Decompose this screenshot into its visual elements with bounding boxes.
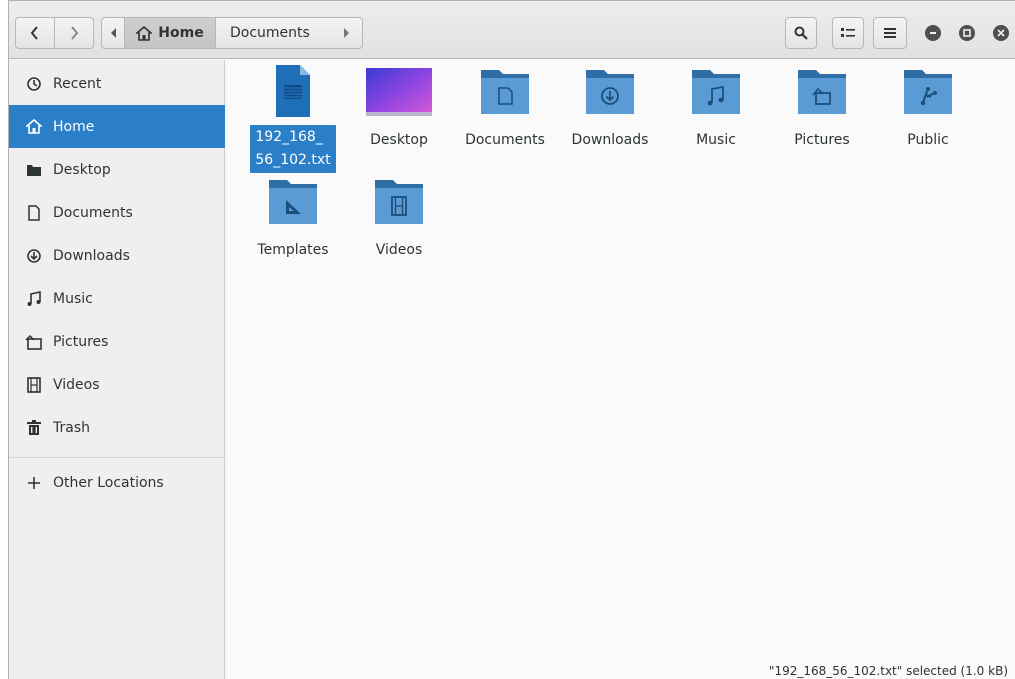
sidebar-item-documents[interactable]: Documents <box>9 191 225 234</box>
search-button[interactable] <box>785 17 817 49</box>
header-bar: Home Documents <box>9 1 1015 59</box>
folder-item-desktop[interactable]: Desktop <box>347 68 451 150</box>
sidebar-item-home[interactable]: Home <box>9 105 225 148</box>
folder-item-downloads[interactable]: Downloads <box>558 68 662 150</box>
file-name-label: Documents <box>465 132 545 148</box>
status-bar: "192_168_56_102.txt" selected (1.0 kB) <box>768 664 1008 678</box>
clock-icon <box>25 75 43 93</box>
folder-item-documents[interactable]: Documents <box>453 68 557 150</box>
file-name-label: Downloads <box>571 132 649 148</box>
folder-item-pictures[interactable]: Pictures <box>770 68 874 150</box>
file-manager-window: Home Documents Recent Home Desktop Docum… <box>8 0 1015 679</box>
forward-button[interactable] <box>54 17 94 49</box>
path-current-label: Documents <box>230 25 310 41</box>
sidebar-item-desktop[interactable]: Desktop <box>9 148 225 191</box>
sidebar-item-label: Pictures <box>53 333 109 350</box>
home-icon <box>136 25 153 41</box>
hamburger-icon <box>884 28 896 38</box>
sidebar-item-label: Documents <box>53 204 133 221</box>
folder-pictures-icon <box>798 70 846 114</box>
file-item-txt[interactable]: 192_168_ 56_102.txt <box>241 63 345 173</box>
path-scroll-left-button[interactable] <box>101 17 125 49</box>
folder-templates-icon <box>269 180 317 224</box>
music-icon <box>25 290 43 308</box>
desktop-icon <box>25 161 43 179</box>
picture-icon <box>25 333 43 351</box>
sidebar-item-label: Videos <box>53 376 100 393</box>
close-button[interactable] <box>993 25 1009 41</box>
sidebar-item-label: Music <box>53 290 93 307</box>
folder-music-icon <box>692 70 740 114</box>
sidebar-item-videos[interactable]: Videos <box>9 363 225 406</box>
folder-item-videos[interactable]: Videos <box>347 178 451 260</box>
file-name-label: Public <box>907 132 949 148</box>
search-icon <box>794 26 808 40</box>
sidebar-item-other-locations[interactable]: Other Locations <box>9 461 225 504</box>
video-icon <box>25 376 43 394</box>
file-icon-view: 192_168_ 56_102.txt Desktop Documents Do… <box>226 60 1015 679</box>
sidebar-item-label: Trash <box>53 419 90 436</box>
file-name-label: Templates <box>257 242 329 258</box>
document-icon <box>25 204 43 222</box>
sidebar-divider <box>9 457 225 458</box>
sidebar-item-label: Other Locations <box>53 474 164 491</box>
menu-button[interactable] <box>873 17 907 49</box>
close-icon <box>997 29 1005 37</box>
file-name-label: Videos <box>375 242 423 258</box>
chevron-right-icon <box>71 26 79 40</box>
folder-item-public[interactable]: Public <box>876 68 980 150</box>
path-documents-button[interactable]: Documents <box>215 17 363 49</box>
file-name-label: Desktop <box>370 132 428 148</box>
file-name-label: 192_168_ 56_102.txt <box>250 125 336 173</box>
maximize-icon <box>963 29 971 37</box>
triangle-left-icon <box>110 28 116 38</box>
sidebar-item-label: Recent <box>53 75 102 92</box>
path-home-label: Home <box>158 25 204 41</box>
desktop-folder-icon <box>366 68 432 116</box>
back-button[interactable] <box>15 17 55 49</box>
text-file-icon <box>276 65 310 117</box>
download-icon <box>25 247 43 265</box>
folder-downloads-icon <box>586 70 634 114</box>
file-name-label: Pictures <box>794 132 850 148</box>
sidebar-item-trash[interactable]: Trash <box>9 406 225 449</box>
trash-icon <box>25 419 43 437</box>
plus-icon <box>25 474 43 492</box>
list-view-icon <box>841 28 855 37</box>
sidebar-item-downloads[interactable]: Downloads <box>9 234 225 277</box>
minimize-button[interactable] <box>925 25 941 41</box>
path-home-button[interactable]: Home <box>124 17 216 49</box>
view-toggle-button[interactable] <box>832 17 864 49</box>
sidebar: Recent Home Desktop Documents Downloads … <box>9 60 225 679</box>
sidebar-item-label: Desktop <box>53 161 111 178</box>
file-name-label: Music <box>696 132 736 148</box>
sidebar-item-label: Downloads <box>53 247 130 264</box>
minimize-icon <box>930 32 936 34</box>
sidebar-item-pictures[interactable]: Pictures <box>9 320 225 363</box>
home-icon <box>25 118 43 136</box>
sidebar-item-music[interactable]: Music <box>9 277 225 320</box>
chevron-left-icon <box>30 26 38 40</box>
maximize-button[interactable] <box>959 25 975 41</box>
folder-item-templates[interactable]: Templates <box>241 178 345 260</box>
folder-videos-icon <box>375 180 423 224</box>
folder-documents-icon <box>481 70 529 114</box>
path-bar: Home Documents <box>101 17 363 49</box>
sidebar-item-label: Home <box>53 118 95 135</box>
folder-item-music[interactable]: Music <box>664 68 768 150</box>
navigation-buttons <box>15 17 95 49</box>
folder-public-icon <box>904 70 952 114</box>
triangle-right-icon <box>344 28 349 38</box>
sidebar-item-recent[interactable]: Recent <box>9 62 225 105</box>
